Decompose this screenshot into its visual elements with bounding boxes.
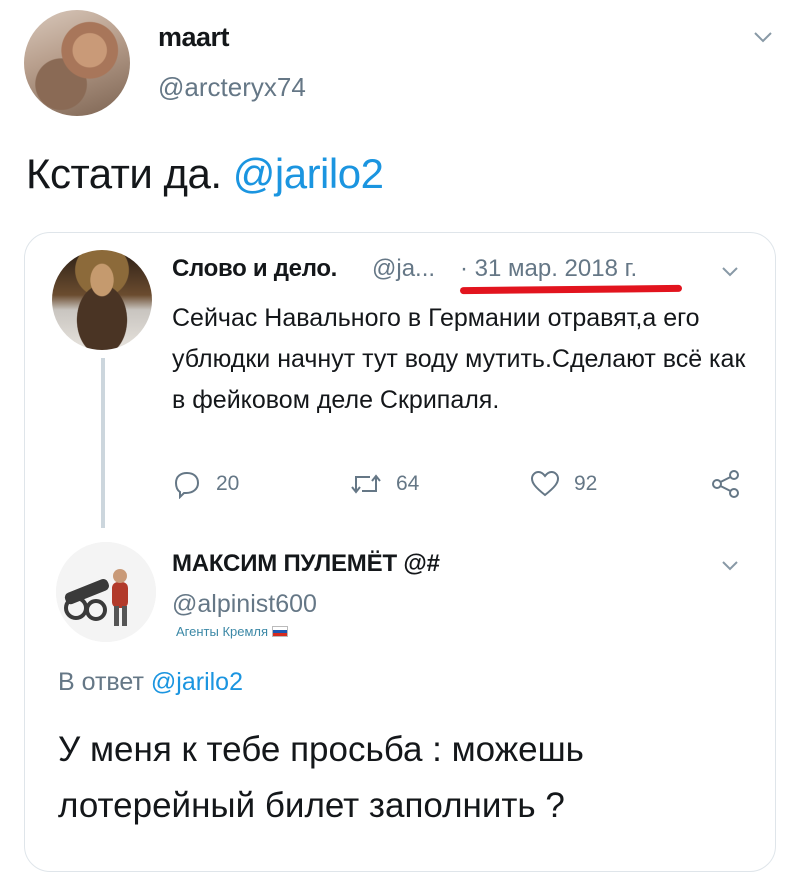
display-name[interactable]: Слово и дело.	[172, 255, 337, 283]
avatar[interactable]	[24, 10, 130, 116]
avatar[interactable]	[56, 542, 156, 642]
avatar[interactable]	[52, 250, 152, 350]
retweet-count: 64	[396, 472, 420, 495]
display-name[interactable]: maart	[158, 22, 230, 53]
mention-link[interactable]: @jarilo2	[151, 668, 243, 696]
user-handle[interactable]: @ja...	[372, 255, 435, 283]
tweet-text: У меня к тебе просьба : можешь лотерейны…	[58, 730, 584, 825]
share-button[interactable]	[710, 466, 742, 502]
chevron-down-icon[interactable]	[720, 556, 740, 576]
mention-link[interactable]: @jarilo2	[233, 150, 384, 197]
like-count: 92	[574, 472, 598, 495]
reply-icon	[174, 471, 200, 499]
user-handle[interactable]: @arcteryx74	[158, 72, 306, 103]
user-handle[interactable]: @alpinist600	[172, 590, 317, 619]
chevron-down-icon[interactable]	[720, 262, 740, 282]
like-button[interactable]: 92	[530, 466, 597, 502]
tweet-text: Сейчас Навального в Германии отравят,а е…	[172, 304, 746, 414]
sublabel-text: Агенты Кремля	[176, 624, 269, 639]
display-name[interactable]: МАКСИМ ПУЛЕМЁТ @#	[172, 550, 440, 578]
retweet-icon	[351, 474, 381, 494]
profile-sublabel: Агенты Кремля	[176, 624, 289, 639]
heart-icon	[530, 470, 560, 497]
tweet-date[interactable]: · 31 мар. 2018 г.	[460, 255, 637, 283]
chevron-down-icon[interactable]	[752, 26, 774, 48]
reply-context: В ответ @jarilo2	[58, 668, 243, 697]
cannon-avatar-image	[56, 542, 156, 642]
russian-flag-icon	[272, 626, 289, 637]
retweet-button[interactable]: 64	[350, 466, 419, 502]
tweet-text-body: Кстати да.	[26, 150, 233, 197]
reply-button[interactable]: 20	[172, 466, 239, 502]
reply-count: 20	[216, 472, 240, 495]
share-icon	[712, 470, 739, 498]
tweet-text: Кстати да. @jarilo2	[26, 150, 384, 198]
reply-prefix: В ответ	[58, 668, 151, 696]
thread-line	[101, 358, 105, 528]
